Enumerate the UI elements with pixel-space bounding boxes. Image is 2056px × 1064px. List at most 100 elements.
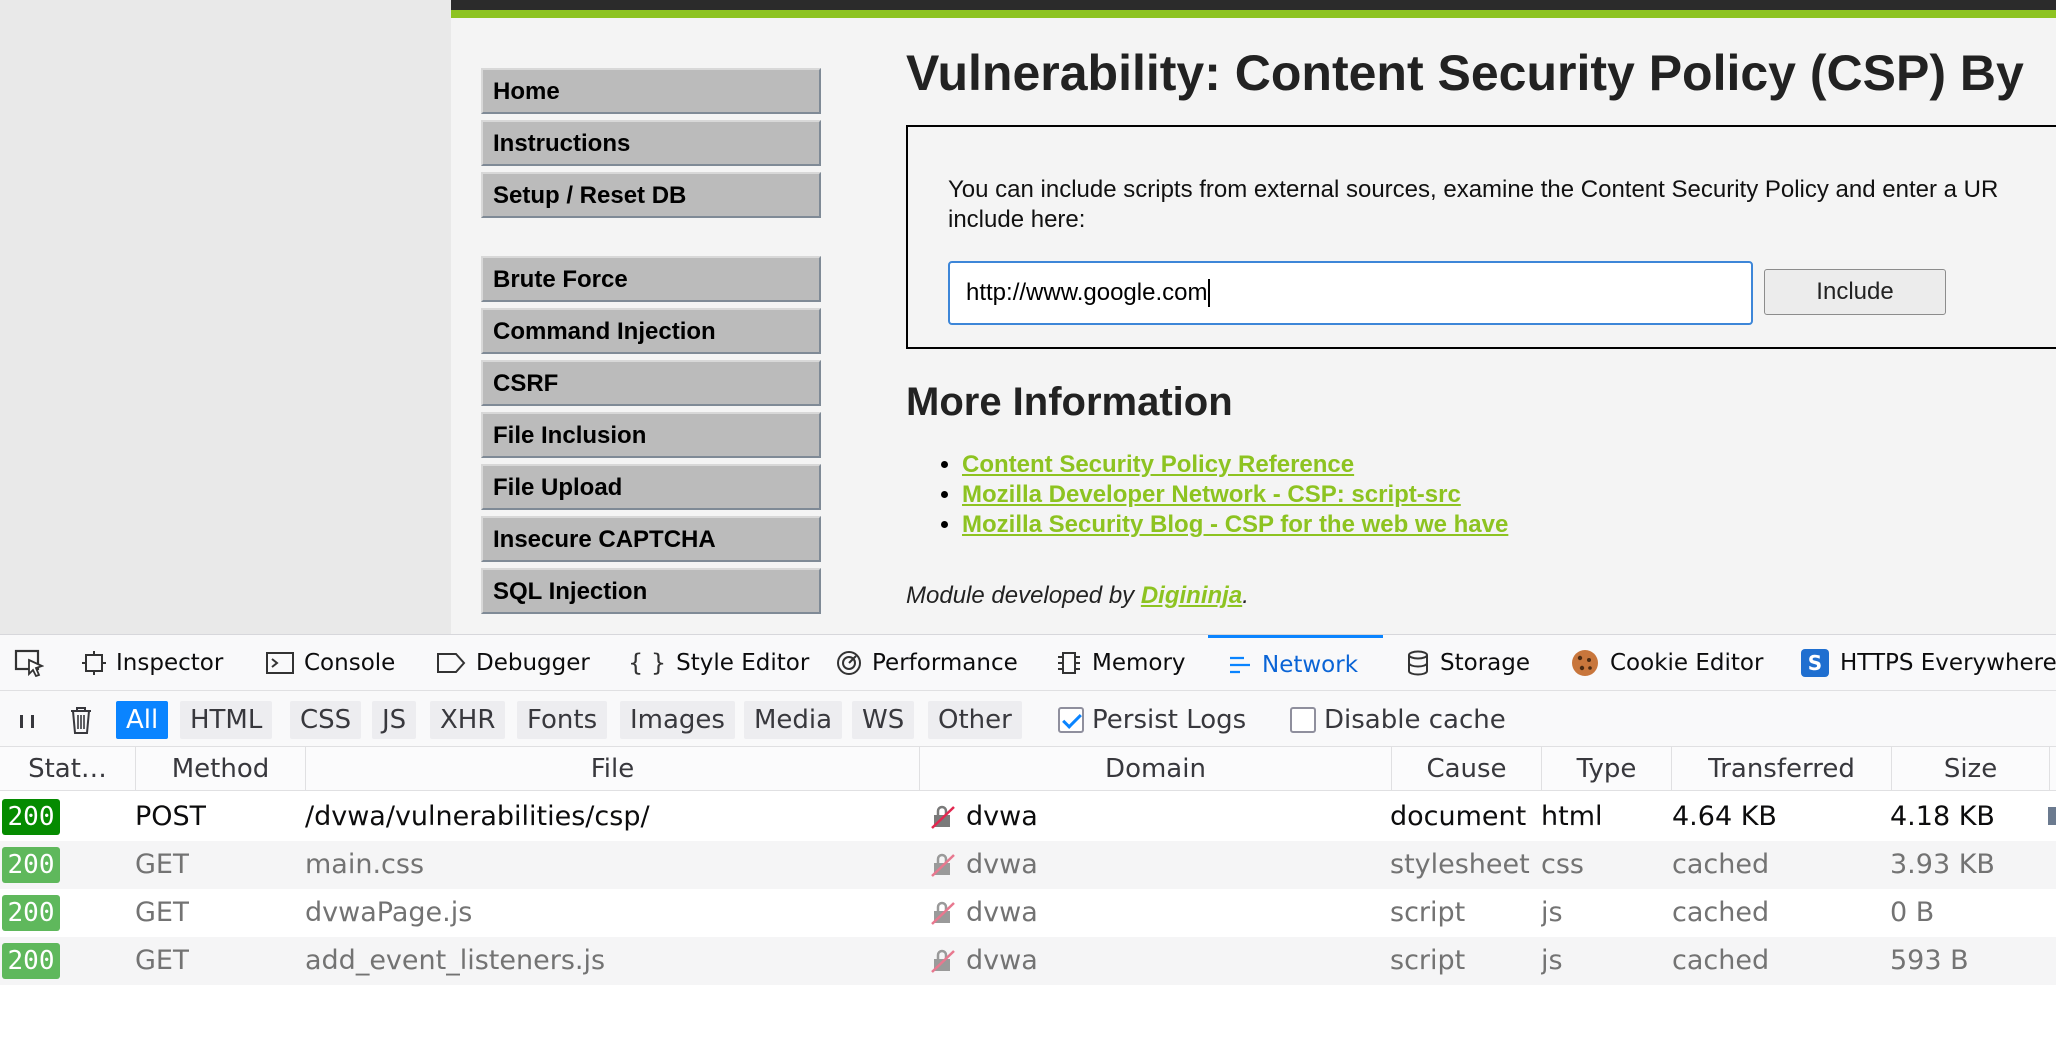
column-status[interactable]: Stat… — [0, 747, 136, 791]
header-accent-stripe — [451, 10, 2056, 18]
trash-icon[interactable] — [68, 705, 94, 735]
table-row[interactable]: 200 GET add_event_listeners.js dvwa scri… — [0, 937, 2056, 985]
list-item: Content Security Policy Reference — [962, 450, 1508, 480]
vulnerability-description: You can include scripts from external so… — [948, 176, 1999, 233]
filter-media[interactable]: Media — [744, 701, 843, 739]
main-menu: Home Instructions Setup / Reset DB Brute… — [481, 68, 822, 620]
devtools-tabbar: Inspector Console Debugger { } Style Edi… — [0, 635, 2056, 691]
column-domain[interactable]: Domain — [920, 747, 1392, 791]
menu-item-file-upload[interactable]: File Upload — [481, 464, 821, 510]
table-row[interactable]: 200 GET main.css dvwa stylesheet css cac… — [0, 841, 2056, 889]
more-information-heading: More Information — [906, 380, 1233, 424]
menu-item-home[interactable]: Home — [481, 68, 821, 114]
url-input[interactable]: http://www.google.com — [948, 261, 1753, 325]
column-transferred[interactable]: Transferred — [1672, 747, 1892, 791]
tab-style-editor[interactable]: { } Style Editor — [628, 635, 809, 691]
method-cell: GET — [135, 945, 190, 976]
pause-icon[interactable] — [16, 709, 38, 731]
tab-https-everywhere[interactable]: S HTTPS Everywhere — [1800, 635, 2056, 691]
column-cause[interactable]: Cause — [1392, 747, 1542, 791]
network-icon — [1230, 656, 1250, 673]
file-cell: /dvwa/vulnerabilities/csp/ — [305, 801, 650, 832]
filter-html[interactable]: HTML — [180, 701, 273, 739]
menu-item-setup-reset-db[interactable]: Setup / Reset DB — [481, 172, 821, 218]
tab-label: Network — [1262, 651, 1359, 678]
cause-cell: script — [1390, 945, 1466, 976]
column-type[interactable]: Type — [1542, 747, 1672, 791]
type-cell: js — [1541, 897, 1563, 928]
menu-item-brute-force[interactable]: Brute Force — [481, 256, 821, 302]
tab-label: Inspector — [116, 650, 224, 676]
tab-network[interactable]: Network — [1208, 635, 1383, 691]
tab-label: Memory — [1092, 650, 1186, 676]
column-method[interactable]: Method — [136, 747, 306, 791]
filter-fonts[interactable]: Fonts — [517, 701, 608, 739]
memory-icon — [1058, 652, 1080, 674]
type-cell: html — [1541, 801, 1603, 832]
size-cell: 3.93 KB — [1890, 849, 1995, 880]
table-row[interactable]: 200 POST /dvwa/vulnerabilities/csp/ dvwa… — [0, 793, 2056, 841]
checkbox-label: Disable cache — [1324, 705, 1506, 735]
author-link[interactable]: Digininja — [1141, 582, 1242, 609]
size-cell: 0 B — [1890, 897, 1935, 928]
checkbox-box — [1290, 707, 1316, 733]
cause-cell: script — [1390, 897, 1466, 928]
tab-inspector[interactable]: Inspector — [82, 635, 223, 691]
tab-performance[interactable]: Performance — [836, 635, 1018, 691]
menu-item-file-inclusion[interactable]: File Inclusion — [481, 412, 821, 458]
tab-label: Storage — [1440, 650, 1530, 676]
disable-cache-checkbox[interactable]: Disable cache — [1290, 703, 1506, 737]
tab-cookie-editor[interactable]: Cookie Editor — [1570, 635, 1763, 691]
list-item: Mozilla Security Blog - CSP for the web … — [962, 510, 1508, 540]
vulnerability-box: You can include scripts from external so… — [906, 125, 2056, 349]
tab-console[interactable]: Console — [266, 635, 395, 691]
filter-xhr[interactable]: XHR — [430, 701, 506, 739]
column-size[interactable]: Size — [1892, 747, 2050, 791]
svg-text:S: S — [1808, 651, 1822, 675]
console-icon — [266, 652, 294, 674]
inspector-icon — [82, 651, 106, 675]
url-input-value: http://www.google.com — [966, 279, 1208, 306]
tab-label: Debugger — [476, 650, 590, 676]
waterfall-mark — [2048, 807, 2056, 825]
filter-ws[interactable]: WS — [852, 701, 915, 739]
mozilla-security-blog-link[interactable]: Mozilla Security Blog - CSP for the web … — [962, 511, 1508, 538]
tab-label: Performance — [872, 650, 1018, 676]
persist-logs-checkbox[interactable]: Persist Logs — [1058, 703, 1246, 737]
insecure-connection-icon — [931, 901, 955, 925]
devtools-panel: Inspector Console Debugger { } Style Edi… — [0, 634, 2056, 1064]
tab-memory[interactable]: Memory — [1056, 635, 1186, 691]
menu-item-csrf[interactable]: CSRF — [481, 360, 821, 406]
main-body: Vulnerability: Content Security Policy (… — [906, 44, 2056, 609]
cookie-icon — [1572, 650, 1598, 676]
domain-cell: dvwa — [966, 801, 1038, 832]
status-badge: 200 — [2, 895, 60, 931]
table-row[interactable]: 200 GET dvwaPage.js dvwa script js cache… — [0, 889, 2056, 937]
filter-js[interactable]: JS — [372, 701, 417, 739]
file-cell: add_event_listeners.js — [305, 945, 606, 976]
credit-suffix: . — [1242, 582, 1249, 609]
filter-css[interactable]: CSS — [290, 701, 362, 739]
browser-viewport: Home Instructions Setup / Reset DB Brute… — [0, 0, 2056, 634]
menu-item-insecure-captcha[interactable]: Insecure CAPTCHA — [481, 516, 821, 562]
domain-cell: dvwa — [966, 849, 1038, 880]
filter-other[interactable]: Other — [928, 701, 1022, 739]
type-cell: js — [1541, 945, 1563, 976]
csp-reference-link[interactable]: Content Security Policy Reference — [962, 451, 1354, 478]
element-picker-icon[interactable] — [14, 649, 44, 677]
status-badge: 200 — [2, 847, 60, 883]
header-bar — [451, 0, 2056, 10]
menu-item-command-injection[interactable]: Command Injection — [481, 308, 821, 354]
include-button[interactable]: Include — [1764, 269, 1946, 315]
tab-debugger[interactable]: Debugger — [436, 635, 590, 691]
mdn-csp-script-src-link[interactable]: Mozilla Developer Network - CSP: script-… — [962, 481, 1461, 508]
menu-item-sql-injection[interactable]: SQL Injection — [481, 568, 821, 614]
file-cell: dvwaPage.js — [305, 897, 473, 928]
type-cell: css — [1541, 849, 1584, 880]
filter-all[interactable]: All — [116, 701, 169, 739]
tab-label: Style Editor — [676, 650, 810, 676]
column-file[interactable]: File — [306, 747, 920, 791]
filter-images[interactable]: Images — [620, 701, 735, 739]
tab-storage[interactable]: Storage — [1406, 635, 1530, 691]
menu-item-instructions[interactable]: Instructions — [481, 120, 821, 166]
